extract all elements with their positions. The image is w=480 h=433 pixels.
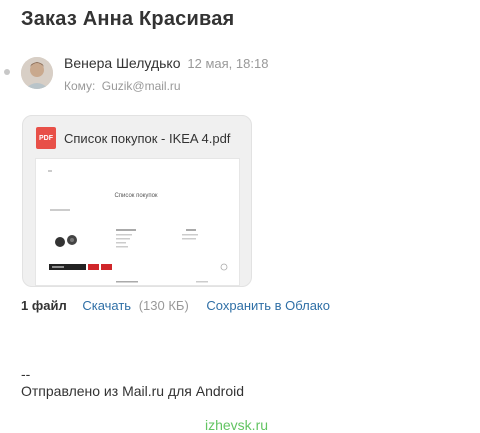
attachments-footer: 1 файл Скачать (130 КБ) Сохранить в Обла… — [21, 298, 330, 313]
download-link[interactable]: Скачать — [82, 298, 131, 313]
watermark-text: izhevsk.ru — [205, 417, 269, 433]
recipient-label: Кому: — [64, 79, 96, 93]
recipient-line: Кому: Guzik@mail.ru — [64, 79, 181, 93]
attachment-file-name[interactable]: Список покупок - IKEA 4.pdf — [64, 131, 230, 146]
preview-product-image — [55, 237, 65, 247]
avatar-photo-icon — [21, 57, 53, 89]
email-subject: Заказ Анна Красивая — [21, 8, 235, 30]
pdf-preview-thumbnail[interactable]: Список покупок — [35, 158, 240, 286]
preview-logo-mark — [48, 170, 52, 172]
signature-separator: -- — [21, 366, 31, 382]
sender-name[interactable]: Венера Шелудько — [64, 55, 181, 71]
pdf-preview-page: Список покупок — [36, 159, 239, 285]
attachment-card[interactable]: PDF Список покупок - IKEA 4.pdf Список п… — [22, 115, 252, 287]
file-size: (130 КБ) — [138, 298, 189, 313]
signature-text: Отправлено из Mail.ru для Android — [21, 383, 245, 399]
sent-date: 12 мая, 18:18 — [187, 56, 269, 71]
preview-red-button — [88, 264, 99, 270]
save-to-cloud-link[interactable]: Сохранить в Облако — [206, 298, 330, 313]
unread-indicator-dot[interactable] — [4, 69, 10, 75]
pdf-icon-label: PDF — [39, 134, 53, 142]
preview-doc-title: Список покупок — [114, 193, 157, 199]
recipient-address[interactable]: Guzik@mail.ru — [102, 79, 181, 93]
email-signature: -- Отправлено из Mail.ru для Android — [21, 366, 244, 400]
sender-avatar[interactable] — [21, 57, 53, 89]
file-count-label: 1 файл — [21, 298, 67, 313]
sender-line: Венера Шелудько 12 мая, 18:18 — [64, 55, 268, 71]
pdf-file-icon: PDF — [36, 127, 56, 149]
